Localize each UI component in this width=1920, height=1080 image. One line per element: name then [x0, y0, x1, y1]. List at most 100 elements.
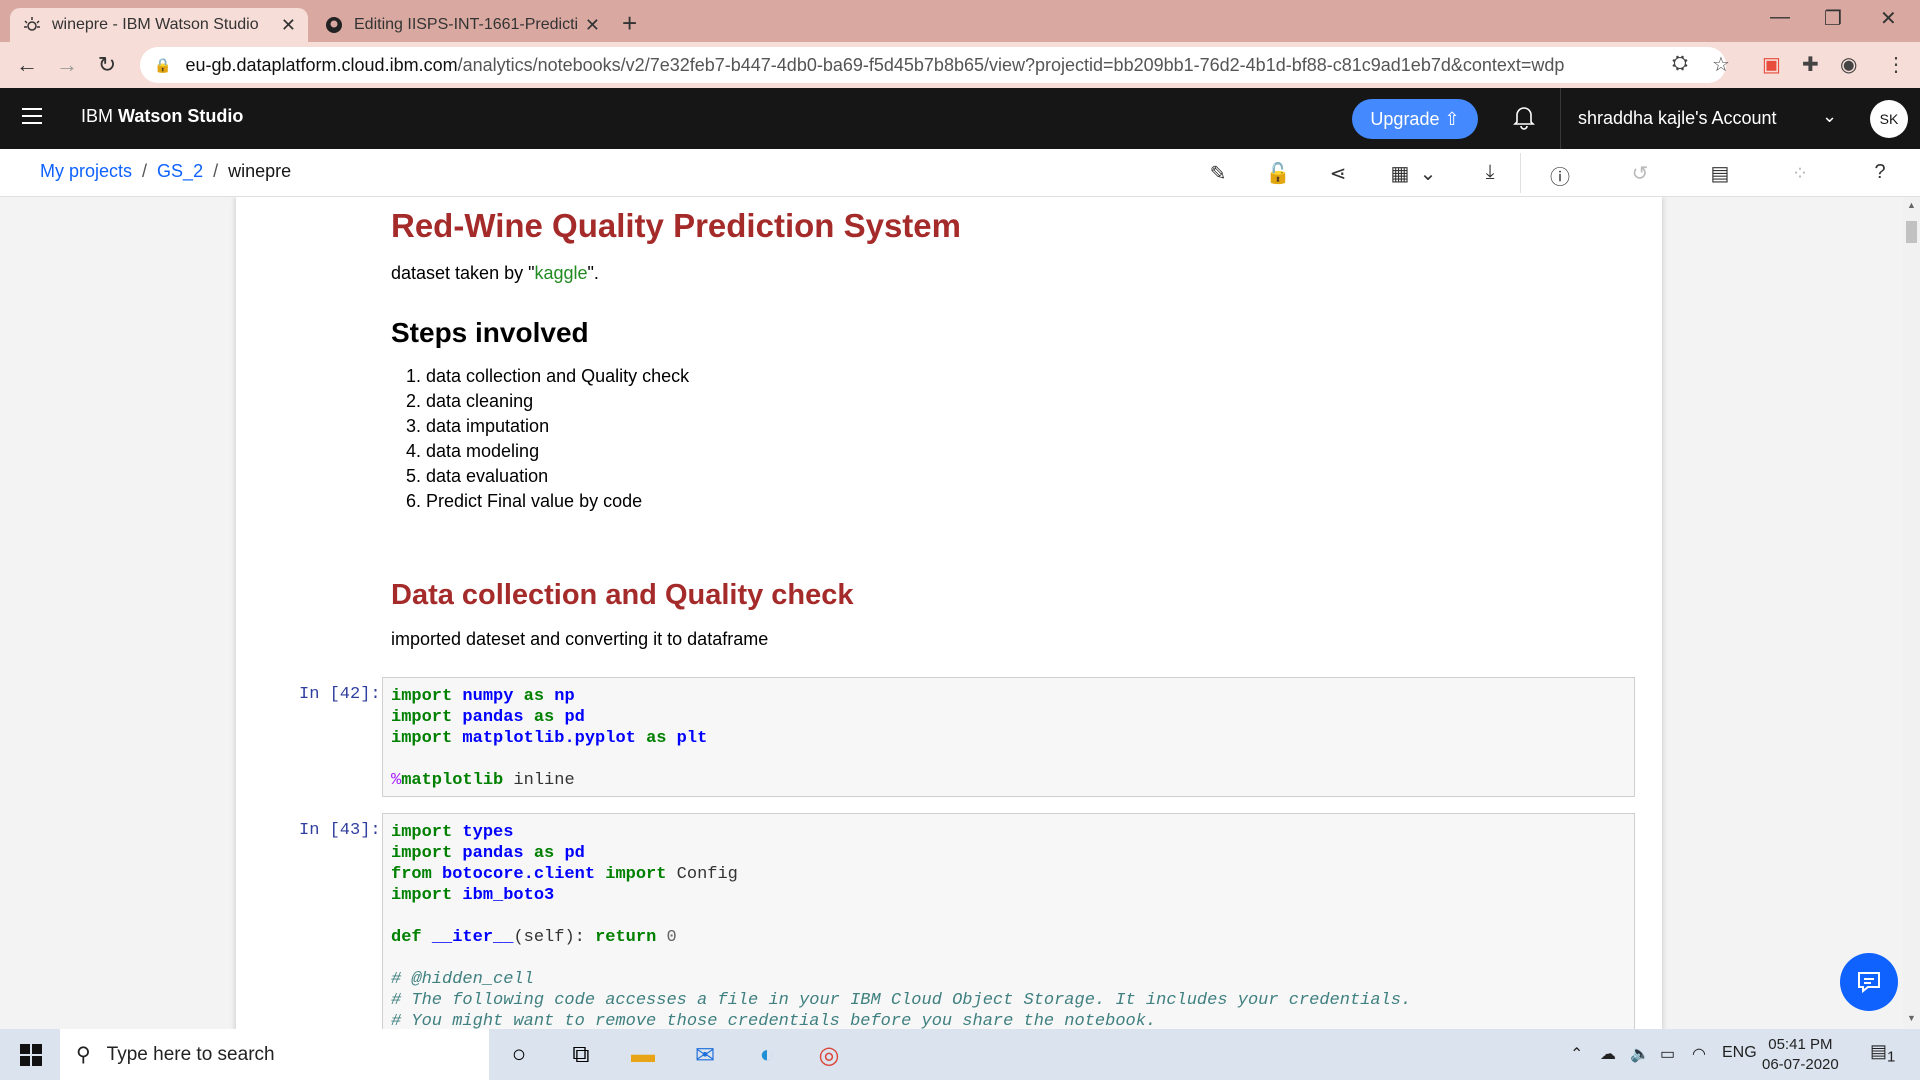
new-tab-button[interactable]: +: [622, 8, 637, 39]
forward-icon[interactable]: →: [52, 50, 82, 80]
pocket-extension-icon[interactable]: ▣: [1762, 52, 1781, 77]
scrollbar-thumb[interactable]: [1906, 221, 1917, 243]
steps-heading: Steps involved: [391, 317, 589, 348]
info-icon[interactable]: ⓘ: [1546, 161, 1574, 190]
upgrade-button[interactable]: Upgrade ⇧: [1352, 99, 1478, 139]
breadcrumb-my-projects[interactable]: My projects: [40, 161, 132, 181]
browser-toolbar: ← → ↻ 🔒 eu-gb.dataplatform.cloud.ibm.com…: [0, 42, 1920, 88]
extensions-puzzle-icon[interactable]: ✚: [1802, 52, 1819, 77]
vertical-scrollbar[interactable]: ▲ ▼: [1903, 197, 1920, 1029]
lock-icon[interactable]: 🔓: [1264, 161, 1292, 186]
kaggle-link[interactable]: kaggle: [534, 263, 587, 283]
steps-list: data collection and Quality check data c…: [391, 364, 689, 514]
app-header: IBM Watson Studio Upgrade ⇧ shraddha kaj…: [0, 88, 1920, 149]
notebook-sheet: Red-Wine Quality Prediction System datas…: [236, 197, 1662, 1029]
help-icon[interactable]: ?: [1866, 161, 1894, 184]
clock-date: 06-07-2020: [1762, 1056, 1839, 1073]
reload-icon[interactable]: ↻: [92, 50, 122, 80]
list-item: data cleaning: [426, 389, 689, 414]
edit-pencil-icon[interactable]: ✎: [1204, 161, 1232, 186]
back-icon[interactable]: ←: [12, 50, 42, 80]
upgrade-arrow-icon: ⇧: [1444, 108, 1460, 129]
notification-bell-icon[interactable]: [1512, 104, 1536, 137]
windows-start-icon[interactable]: [20, 1044, 42, 1066]
notebook-toolbar: My projects / GS_2/winepre ✎ 🔓 ⋖ ▦ ⌄ ⤓ ⓘ ↺…: [0, 149, 1920, 197]
language-indicator[interactable]: ENG: [1722, 1044, 1757, 1062]
tab-title: Editing IISPS-INT-1661-Predicting: [354, 16, 577, 33]
list-item: data evaluation: [426, 464, 689, 489]
breadcrumb: My projects / GS_2/winepre: [40, 161, 292, 181]
address-bar[interactable]: 🔒 eu-gb.dataplatform.cloud.ibm.com/analy…: [140, 47, 1726, 83]
tab-title: winepre - IBM Watson Studio: [52, 16, 259, 33]
chrome-icon[interactable]: ◎: [813, 1039, 845, 1071]
scroll-down-icon[interactable]: ▼: [1907, 1013, 1916, 1023]
tray-chevron-up-icon[interactable]: ⌃: [1570, 1044, 1583, 1064]
tab-close-icon[interactable]: ✕: [585, 15, 600, 36]
avatar[interactable]: SK: [1870, 100, 1908, 138]
volume-icon[interactable]: 🔈: [1630, 1044, 1650, 1064]
task-view-icon[interactable]: ⧉: [565, 1039, 597, 1071]
taskbar-clock[interactable]: 05:41 PM 06-07-2020: [1762, 1035, 1839, 1075]
network-warning-icon[interactable]: ☁: [1600, 1044, 1616, 1064]
download-icon[interactable]: ⤓: [1476, 161, 1504, 184]
list-item: Predict Final value by code: [426, 489, 689, 514]
account-switcher[interactable]: shraddha kajle's Account: [1578, 108, 1777, 129]
section-heading: Data collection and Quality check: [391, 579, 854, 611]
wifi-icon[interactable]: ◠: [1692, 1044, 1706, 1064]
code-cell[interactable]: import numpy as np import pandas as pd i…: [382, 677, 1635, 797]
action-center-icon[interactable]: ▤1: [1870, 1041, 1895, 1066]
tab-watson-studio[interactable]: winepre - IBM Watson Studio ✕: [10, 8, 308, 42]
version-history-icon[interactable]: ↺: [1626, 161, 1654, 186]
list-item: data modeling: [426, 439, 689, 464]
comments-icon[interactable]: ▤: [1706, 161, 1734, 186]
section-text: imported dateset and converting it to da…: [391, 629, 769, 649]
restore-icon[interactable]: ❐: [1824, 6, 1842, 31]
watson-favicon-icon: [22, 15, 42, 35]
edge-icon[interactable]: ◐: [751, 1039, 783, 1071]
brand-title[interactable]: IBM Watson Studio: [81, 106, 243, 127]
battery-icon[interactable]: ▭: [1660, 1044, 1675, 1064]
mail-icon[interactable]: ✉: [689, 1039, 721, 1071]
breadcrumb-project[interactable]: GS_2: [157, 161, 203, 181]
share-icon[interactable]: ⋖: [1324, 161, 1352, 186]
toolbar-divider: [1520, 153, 1521, 193]
notebook-title: Red-Wine Quality Prediction System: [391, 207, 961, 244]
browser-tab-strip: winepre - IBM Watson Studio ✕ Editing II…: [0, 0, 1920, 42]
chat-icon: [1858, 972, 1880, 994]
browser-menu-icon[interactable]: ⋮: [1886, 52, 1906, 77]
cell-prompt: In [42]:: [299, 685, 381, 704]
code-snippets-icon[interactable]: ⁘: [1786, 161, 1814, 186]
cortana-icon[interactable]: ○: [503, 1039, 535, 1071]
dataset-note: dataset taken by "kaggle".: [391, 263, 599, 283]
breadcrumb-current: winepre: [228, 161, 292, 181]
taskbar-search-input[interactable]: ⚲ Type here to search: [60, 1029, 489, 1080]
lock-icon: 🔒: [154, 56, 172, 73]
schedule-icon[interactable]: ▦: [1386, 161, 1414, 186]
chat-button[interactable]: [1840, 953, 1898, 1011]
chevron-down-icon[interactable]: ⌄: [1822, 106, 1837, 127]
code-cell[interactable]: import types import pandas as pd from bo…: [382, 813, 1635, 1029]
chevron-down-icon[interactable]: ⌄: [1414, 161, 1442, 186]
header-divider: [1560, 88, 1561, 149]
clock-time: 05:41 PM: [1768, 1036, 1833, 1053]
file-explorer-icon[interactable]: ▬: [627, 1039, 659, 1071]
close-window-icon[interactable]: ✕: [1880, 6, 1897, 31]
github-favicon-icon: [324, 15, 344, 35]
hamburger-menu-icon[interactable]: [22, 108, 42, 129]
list-item: data imputation: [426, 414, 689, 439]
search-placeholder: Type here to search: [106, 1043, 275, 1065]
minimize-icon[interactable]: —: [1770, 6, 1790, 29]
windows-taskbar: ⚲ Type here to search ○ ⧉ ▬ ✉ ◐ ◎ ⌃ ☁ 🔈 …: [0, 1029, 1920, 1080]
list-item: data collection and Quality check: [426, 364, 689, 389]
scroll-up-icon[interactable]: ▲: [1907, 200, 1916, 210]
cell-prompt: In [43]:: [299, 821, 381, 840]
profile-avatar-icon[interactable]: ◉: [1840, 52, 1857, 77]
notification-count-badge: 1: [1887, 1048, 1896, 1066]
tab-github[interactable]: Editing IISPS-INT-1661-Predicting ✕: [312, 8, 612, 42]
search-icon: ⚲: [76, 1044, 91, 1066]
bookmark-star-icon[interactable]: ☆: [1712, 52, 1730, 77]
translate-icon[interactable]: ⛭: [1672, 52, 1688, 75]
url-text: eu-gb.dataplatform.cloud.ibm.com/analyti…: [185, 54, 1565, 75]
notebook-area: Red-Wine Quality Prediction System datas…: [0, 197, 1903, 1029]
tab-close-icon[interactable]: ✕: [281, 15, 296, 36]
